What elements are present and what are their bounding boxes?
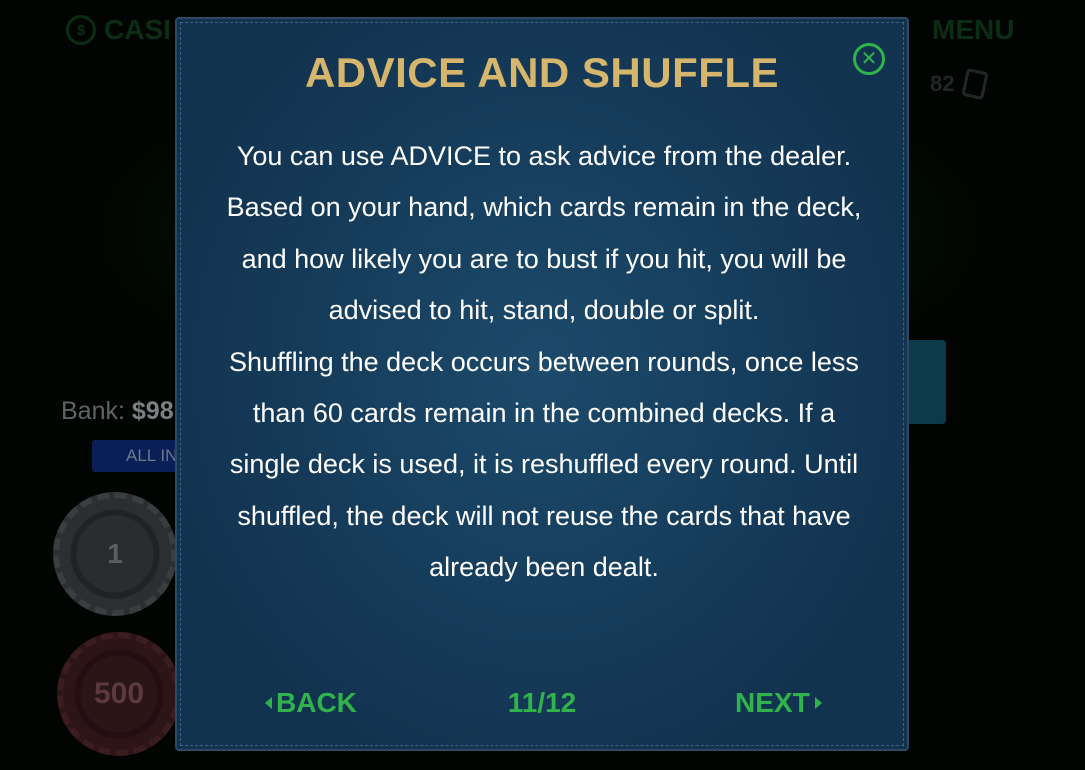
chip-1[interactable]: 1: [53, 492, 177, 616]
shuffle-paragraph: Shuffling the deck occurs between rounds…: [229, 346, 859, 583]
deck-counter: 82: [930, 68, 990, 100]
coin-icon: $: [66, 15, 96, 45]
chip-500[interactable]: 500: [57, 632, 181, 756]
bank-label: Bank:: [61, 397, 125, 425]
all-in-button[interactable]: ALL IN: [92, 440, 182, 472]
modal-body: You can use ADVICE to ask advice from th…: [217, 131, 871, 594]
advice-paragraph: You can use ADVICE to ask advice from th…: [226, 141, 862, 326]
close-icon[interactable]: ✕: [853, 43, 885, 75]
casino-label: CASI: [104, 14, 171, 45]
help-modal: ADVICE AND SHUFFLE ✕ You can use ADVICE …: [175, 17, 909, 751]
chevron-right-icon: [814, 696, 822, 709]
bank-value: $98: [131, 397, 174, 425]
card-deck-icon: [961, 68, 990, 100]
bank-display: Bank: $98: [61, 397, 174, 426]
menu-button[interactable]: MENU: [932, 14, 1014, 46]
screen: $ CASI MENU 82 Bank: $98 ALL IN 1 500 AD…: [0, 0, 1085, 770]
casino-title[interactable]: $ CASI: [66, 14, 171, 46]
cards-remaining: 82: [930, 71, 955, 96]
next-button[interactable]: NEXT: [735, 687, 822, 719]
next-label: NEXT: [735, 687, 810, 718]
modal-navigation: BACK 11/12 NEXT: [177, 687, 907, 723]
modal-title: ADVICE AND SHUFFLE: [304, 49, 780, 96]
